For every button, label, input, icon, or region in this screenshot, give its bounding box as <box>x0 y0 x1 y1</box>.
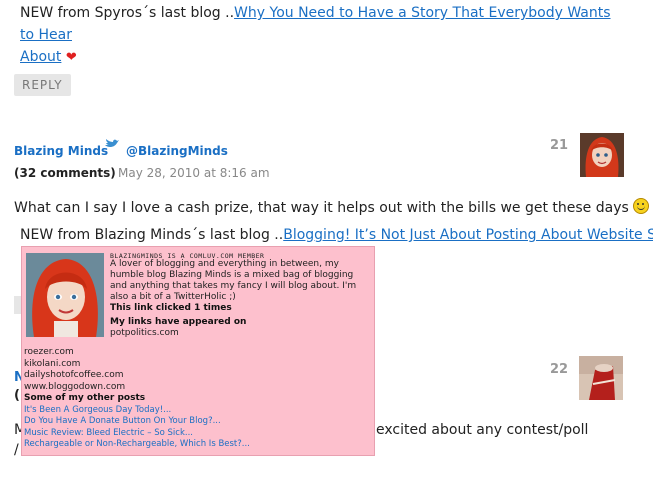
popup-site[interactable]: roezer.com <box>24 347 250 359</box>
comment-number: 22 <box>550 362 569 377</box>
popup-site[interactable]: dailyshotofcoffee.com <box>24 370 250 382</box>
comment-number: 21 <box>550 138 569 153</box>
comment-count-partial: ( <box>14 388 20 403</box>
popup-bio-text: A lover of blogging and everything in be… <box>110 259 357 302</box>
popup-appeared: My links have appeared on <box>110 317 247 327</box>
popup-site[interactable]: kikolani.com <box>24 359 250 371</box>
comment-body: What can I say I love a cash prize, that… <box>14 198 650 216</box>
commentluv-popup: BLAZINGMINDS IS A COMLUV.COM MEMBER A lo… <box>21 246 375 456</box>
comment-date[interactable]: May 28, 2010 at 8:16 am <box>118 166 270 180</box>
smiley-icon <box>633 198 650 214</box>
popup-post-link[interactable]: Rechargeable or Non-Rechargeable, Which … <box>24 439 250 451</box>
avatar <box>580 133 624 177</box>
comment-author[interactable]: Blazing Minds <box>14 144 108 158</box>
luv-prefix: NEW from Spyros´s last blog .. <box>20 5 235 21</box>
popup-site[interactable]: potpolitics.com <box>110 328 372 339</box>
comment-text-partial-right: excited about any contest/poll <box>376 422 589 438</box>
luv-prefix: NEW from Blazing Minds´s last blog .. <box>20 227 284 243</box>
popup-clicked: This link clicked 1 times <box>110 303 232 313</box>
popup-other-posts-label: Some of my other posts <box>24 393 146 403</box>
comment-text-partial-left2: / <box>14 442 19 458</box>
popup-avatar <box>26 253 104 337</box>
avatar <box>579 356 623 400</box>
twitter-handle-link[interactable]: @BlazingMinds <box>126 144 228 158</box>
popup-post-link[interactable]: Do You Have A Donate Button On Your Blog… <box>24 416 250 428</box>
popup-post-link[interactable]: It's Been A Gorgeous Day Today!... <box>24 405 250 417</box>
twitter-bird-icon <box>105 139 119 148</box>
reply-button[interactable]: REPLY <box>14 74 71 96</box>
commentluv-line-top: NEW from Spyros´s last blog ..Why You Ne… <box>20 2 620 69</box>
comment-count: (32 comments) <box>14 166 116 180</box>
comment-text: What can I say I love a cash prize, that… <box>14 200 629 216</box>
heart-icon[interactable]: ❤ <box>66 50 77 65</box>
popup-sites-list: roezer.com kikolani.com dailyshotofcoffe… <box>24 347 250 451</box>
popup-post-link[interactable]: Music Review: Bleed Electric – So Sick..… <box>24 428 250 440</box>
luv-link-top-cont[interactable]: About <box>20 49 61 65</box>
popup-site[interactable]: www.bloggodown.com <box>24 382 250 394</box>
luv-link[interactable]: Blogging! It’s Not Just About Posting Ab… <box>283 227 653 243</box>
popup-bio: A lover of blogging and everything in be… <box>110 259 372 339</box>
commentluv-line: NEW from Blazing Minds´s last blog ..Blo… <box>20 224 653 246</box>
